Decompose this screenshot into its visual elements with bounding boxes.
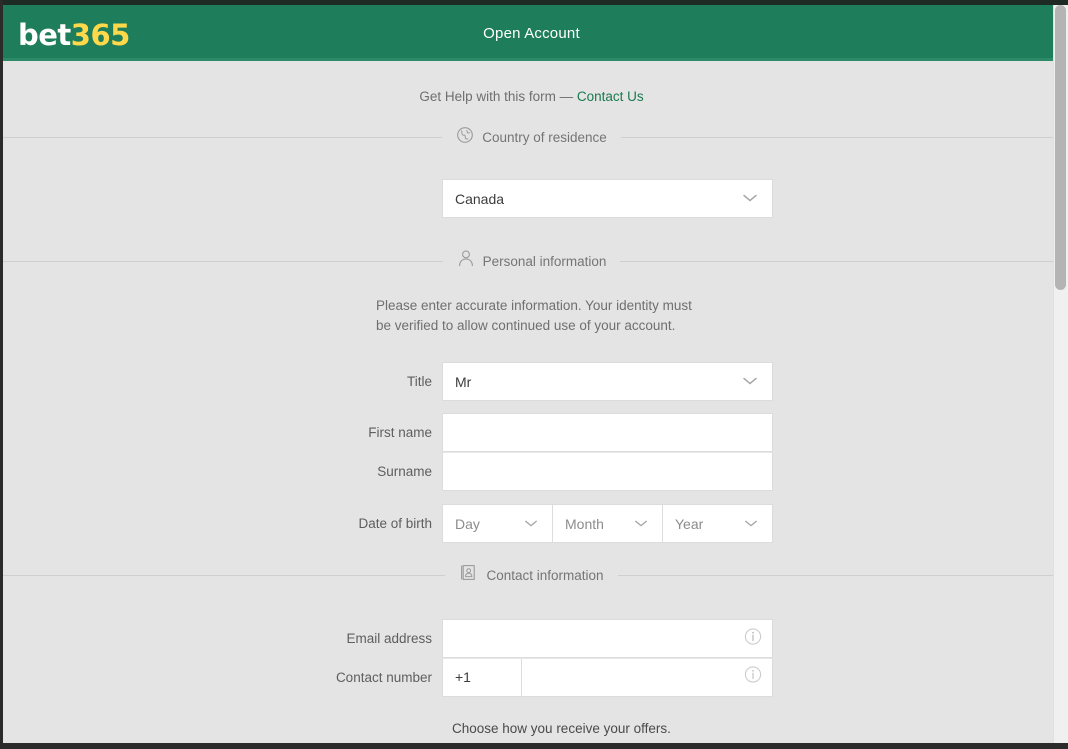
- date-of-birth-label: Date of birth: [358, 516, 432, 531]
- page-title: Open Account: [483, 24, 580, 42]
- chevron-down-icon: [634, 515, 648, 533]
- bet365-logo[interactable]: bet365: [18, 18, 130, 52]
- email-input[interactable]: [442, 619, 773, 658]
- section-header-contact: Contact information: [3, 563, 1060, 587]
- email-label: Email address: [346, 631, 432, 646]
- dob-year-value: Year: [675, 515, 704, 532]
- country-value: Canada: [455, 190, 505, 207]
- surname-label: Surname: [377, 464, 432, 479]
- email-row: Email address: [3, 619, 1060, 658]
- contact-number-row: Contact number +1: [3, 658, 1060, 697]
- chevron-down-icon: [744, 515, 758, 533]
- section-label-personal: Personal information: [482, 253, 607, 269]
- country-code-field[interactable]: +1: [442, 658, 773, 697]
- chevron-down-icon: [742, 373, 758, 391]
- vertical-scrollbar-thumb[interactable]: [1055, 5, 1066, 290]
- surname-input[interactable]: [442, 452, 773, 491]
- contact-us-link[interactable]: Contact Us: [577, 89, 644, 104]
- offers-note-row: Choose how you receive your offers.: [3, 721, 1060, 736]
- dob-day-value: Day: [455, 515, 480, 532]
- first-name-label: First name: [368, 425, 432, 440]
- personal-intro-line-1: Please enter accurate information. Your …: [376, 298, 692, 313]
- chevron-down-icon: [524, 515, 538, 533]
- field-separator: [443, 452, 772, 453]
- dob-month-select[interactable]: Month: [553, 504, 663, 543]
- first-name-row: First name: [3, 413, 1060, 452]
- country-select[interactable]: Canada: [442, 179, 773, 218]
- section-label-country: Country of residence: [482, 129, 607, 145]
- logo-text-bet: bet: [18, 18, 71, 52]
- personal-intro: Please enter accurate information. Your …: [366, 296, 697, 336]
- help-line: Get Help with this form — Contact Us: [3, 61, 1060, 104]
- country-row: Canada: [3, 179, 1060, 218]
- address-book-icon: [459, 563, 478, 587]
- date-of-birth-row: Date of birth Day Month Year: [3, 504, 1060, 543]
- browser-viewport: bet365 Open Account Get Help with this f…: [0, 0, 1068, 749]
- section-header-personal: Personal information: [3, 249, 1060, 273]
- contact-number-input[interactable]: [522, 658, 773, 697]
- chevron-down-icon: [742, 190, 758, 208]
- field-separator: [522, 658, 772, 659]
- contact-number-label: Contact number: [335, 670, 432, 685]
- title-select[interactable]: Mr: [442, 362, 773, 401]
- globe-icon: [456, 126, 474, 149]
- window-chrome-bottom: [0, 743, 1068, 749]
- section-header-country: Country of residence: [3, 125, 1060, 149]
- dob-day-select[interactable]: Day: [442, 504, 553, 543]
- surname-row: Surname: [3, 452, 1060, 491]
- title-label: Title: [406, 374, 432, 389]
- dob-month-value: Month: [565, 515, 604, 532]
- title-row: Title Mr: [3, 362, 1060, 401]
- info-icon[interactable]: [744, 627, 762, 650]
- logo-text-365: 365: [70, 18, 131, 52]
- offers-note: Choose how you receive your offers.: [452, 721, 671, 736]
- open-account-form: Get Help with this form — Contact Us Cou…: [3, 61, 1060, 743]
- section-label-contact: Contact information: [486, 567, 604, 583]
- personal-field-block: Title Mr First name Surname Date of birt…: [3, 362, 1060, 543]
- info-icon[interactable]: [744, 666, 762, 689]
- contact-field-block: Email address Contact number +1 Choose h…: [3, 619, 1060, 749]
- country-field-block: Canada: [3, 179, 1060, 218]
- country-code-value: +1: [455, 669, 471, 685]
- first-name-input[interactable]: [442, 413, 773, 452]
- help-text: Get Help with this form —: [419, 89, 577, 104]
- title-value: Mr: [455, 373, 472, 390]
- site-header: bet365 Open Account: [3, 5, 1060, 61]
- person-icon: [457, 249, 475, 273]
- personal-intro-line-2: be verified to allow continued use of yo…: [376, 318, 676, 333]
- dob-year-select[interactable]: Year: [663, 504, 773, 543]
